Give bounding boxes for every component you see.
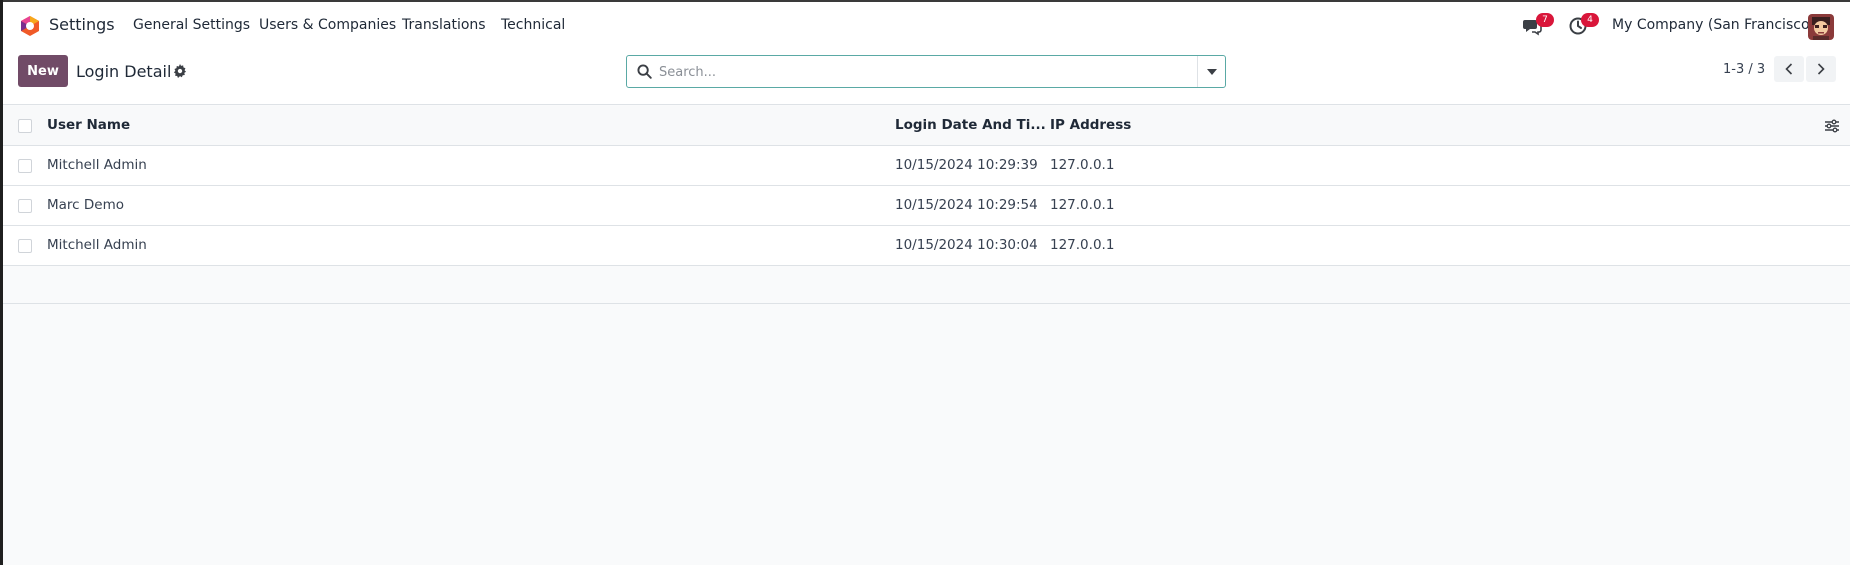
table-row[interactable]: Marc Demo 10/15/2024 10:29:54 127.0.0.1 bbox=[3, 186, 1850, 226]
search-bar[interactable] bbox=[626, 55, 1226, 88]
caret-down-icon bbox=[1206, 68, 1217, 75]
cell-ip-address: 127.0.0.1 bbox=[1050, 197, 1115, 213]
empty-table-row bbox=[3, 266, 1850, 304]
menu-general-settings[interactable]: General Settings bbox=[133, 17, 250, 33]
column-header-login-date[interactable]: Login Date And Ti... bbox=[895, 117, 1046, 133]
app-name[interactable]: Settings bbox=[49, 15, 115, 34]
optional-columns-icon[interactable] bbox=[1824, 118, 1840, 134]
pager-next-button[interactable] bbox=[1806, 56, 1836, 82]
login-detail-list: User Name Login Date And Ti... IP Addres… bbox=[3, 106, 1850, 304]
main-navbar: Settings General Settings Users & Compan… bbox=[3, 2, 1850, 48]
menu-users-companies[interactable]: Users & Companies bbox=[259, 17, 396, 33]
cell-ip-address: 127.0.0.1 bbox=[1050, 237, 1115, 253]
row-checkbox[interactable] bbox=[18, 199, 32, 213]
search-options-toggle[interactable] bbox=[1197, 56, 1225, 87]
cell-ip-address: 127.0.0.1 bbox=[1050, 157, 1115, 173]
control-panel: New Login Detail 1-3 / 3 bbox=[3, 48, 1850, 105]
column-header-ip-address[interactable]: IP Address bbox=[1050, 117, 1131, 133]
search-icon bbox=[637, 64, 652, 79]
gear-icon[interactable] bbox=[173, 64, 187, 78]
chevron-left-icon bbox=[1785, 63, 1793, 75]
select-all-checkbox[interactable] bbox=[18, 119, 32, 133]
cell-user-name: Mitchell Admin bbox=[47, 157, 147, 173]
odoo-logo-icon[interactable] bbox=[18, 14, 42, 38]
cell-login-date: 10/15/2024 10:29:39 bbox=[895, 157, 1038, 173]
messages-badge: 7 bbox=[1536, 13, 1554, 27]
search-input[interactable] bbox=[659, 60, 1179, 84]
cell-login-date: 10/15/2024 10:29:54 bbox=[895, 197, 1038, 213]
table-row[interactable]: Mitchell Admin 10/15/2024 10:30:04 127.0… bbox=[3, 226, 1850, 266]
cell-login-date: 10/15/2024 10:30:04 bbox=[895, 237, 1038, 253]
cell-user-name: Marc Demo bbox=[47, 197, 124, 213]
menu-translations[interactable]: Translations bbox=[402, 17, 486, 33]
table-row[interactable]: Mitchell Admin 10/15/2024 10:29:39 127.0… bbox=[3, 146, 1850, 186]
row-checkbox[interactable] bbox=[18, 239, 32, 253]
page-title: Login Detail bbox=[76, 62, 172, 81]
table-header: User Name Login Date And Ti... IP Addres… bbox=[3, 106, 1850, 146]
user-avatar[interactable] bbox=[1808, 14, 1834, 40]
chevron-right-icon bbox=[1817, 63, 1825, 75]
pager-previous-button[interactable] bbox=[1774, 56, 1804, 82]
pager-value[interactable]: 1-3 / 3 bbox=[1723, 62, 1765, 77]
menu-technical[interactable]: Technical bbox=[501, 17, 565, 33]
cell-user-name: Mitchell Admin bbox=[47, 237, 147, 253]
row-checkbox[interactable] bbox=[18, 159, 32, 173]
activities-badge: 4 bbox=[1581, 13, 1599, 27]
new-button[interactable]: New bbox=[18, 55, 68, 87]
company-switcher[interactable]: My Company (San Francisco) bbox=[1612, 17, 1815, 33]
column-header-user-name[interactable]: User Name bbox=[47, 117, 130, 133]
